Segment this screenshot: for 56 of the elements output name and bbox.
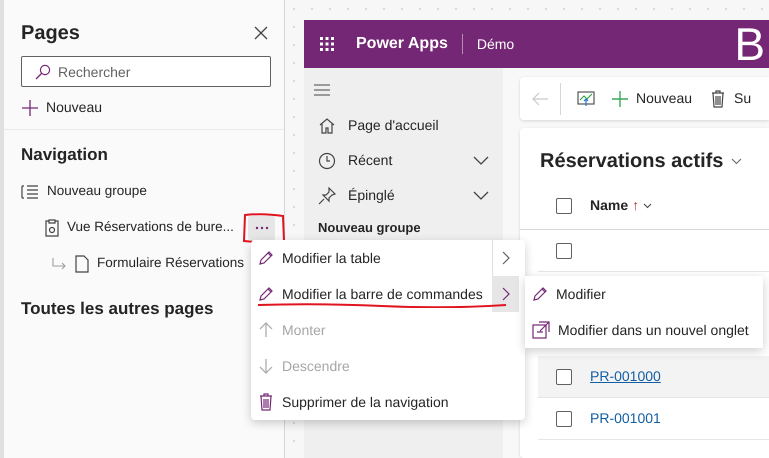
menu-item[interactable]: Supprimer de la navigation xyxy=(251,384,525,420)
banner-text: B xyxy=(734,21,765,67)
nav-item[interactable]: Récent xyxy=(348,150,392,171)
search-icon xyxy=(35,64,51,80)
environment-name: Démo xyxy=(476,34,514,54)
more-icon xyxy=(254,226,268,230)
more-options-button[interactable] xyxy=(248,216,275,240)
pencil-icon xyxy=(532,286,548,302)
record-link[interactable]: PR-001001 xyxy=(590,408,661,429)
panel-title: Pages xyxy=(21,21,80,46)
app-name: Power Apps xyxy=(356,34,448,54)
chevron-down-icon[interactable] xyxy=(731,158,742,164)
down-arrow-icon xyxy=(258,358,274,374)
trash-icon xyxy=(710,90,726,108)
plus-icon xyxy=(22,100,38,116)
page-icon xyxy=(75,254,89,272)
up-arrow-icon xyxy=(258,322,274,338)
pin-icon xyxy=(318,186,336,204)
row-checkbox[interactable] xyxy=(556,242,572,258)
close-icon[interactable] xyxy=(254,26,268,40)
chart-icon[interactable] xyxy=(577,90,595,106)
pencil-icon xyxy=(258,286,274,302)
menu-icon[interactable] xyxy=(314,84,330,96)
clipboard-gear-icon xyxy=(45,218,59,236)
section-title: Toutes les autres pages xyxy=(21,298,214,318)
column-header[interactable]: Name xyxy=(590,195,628,216)
open-in-new-tab-icon xyxy=(532,321,550,339)
nav-tree-item[interactable]: Nouveau groupe xyxy=(47,181,147,202)
list-icon xyxy=(21,184,39,200)
plus-icon xyxy=(612,90,628,106)
nav-group-title: Nouveau groupe xyxy=(318,220,421,235)
chevron-down-icon[interactable] xyxy=(643,202,652,208)
menu-item[interactable]: Modifier xyxy=(525,276,763,312)
waffle-icon[interactable] xyxy=(320,37,334,51)
row-checkbox[interactable] xyxy=(556,410,572,426)
menu-item[interactable]: Modifier dans un nouvel onglet xyxy=(525,312,763,348)
nav-item[interactable]: Page d'accueil xyxy=(348,115,439,136)
sort-arrow: ↑ xyxy=(632,196,640,215)
new-button[interactable]: Nouveau xyxy=(21,96,104,119)
record-link[interactable]: PR-001000 xyxy=(590,366,661,387)
row-checkbox[interactable] xyxy=(556,368,572,384)
search-field[interactable]: Rechercher xyxy=(21,56,271,87)
home-icon xyxy=(318,116,336,134)
sub-item-arrow-icon xyxy=(51,256,67,270)
menu-item[interactable]: Modifier la barre de commandes xyxy=(251,276,525,312)
view-title[interactable]: Réservations actifs xyxy=(540,146,724,176)
new-button[interactable]: Nouveau xyxy=(611,87,694,110)
trash-icon xyxy=(258,393,274,411)
nav-tree-item[interactable]: Formulaire Réservations xyxy=(97,253,244,274)
pencil-icon xyxy=(258,250,274,266)
nav-tree-item[interactable]: Vue Réservations de bure... xyxy=(67,217,234,238)
delete-button[interactable]: Su xyxy=(709,87,752,110)
nav-item[interactable]: Épinglé xyxy=(348,185,395,206)
section-title: Navigation xyxy=(20,144,109,166)
clock-icon xyxy=(318,152,336,170)
select-all-checkbox[interactable] xyxy=(556,198,572,214)
